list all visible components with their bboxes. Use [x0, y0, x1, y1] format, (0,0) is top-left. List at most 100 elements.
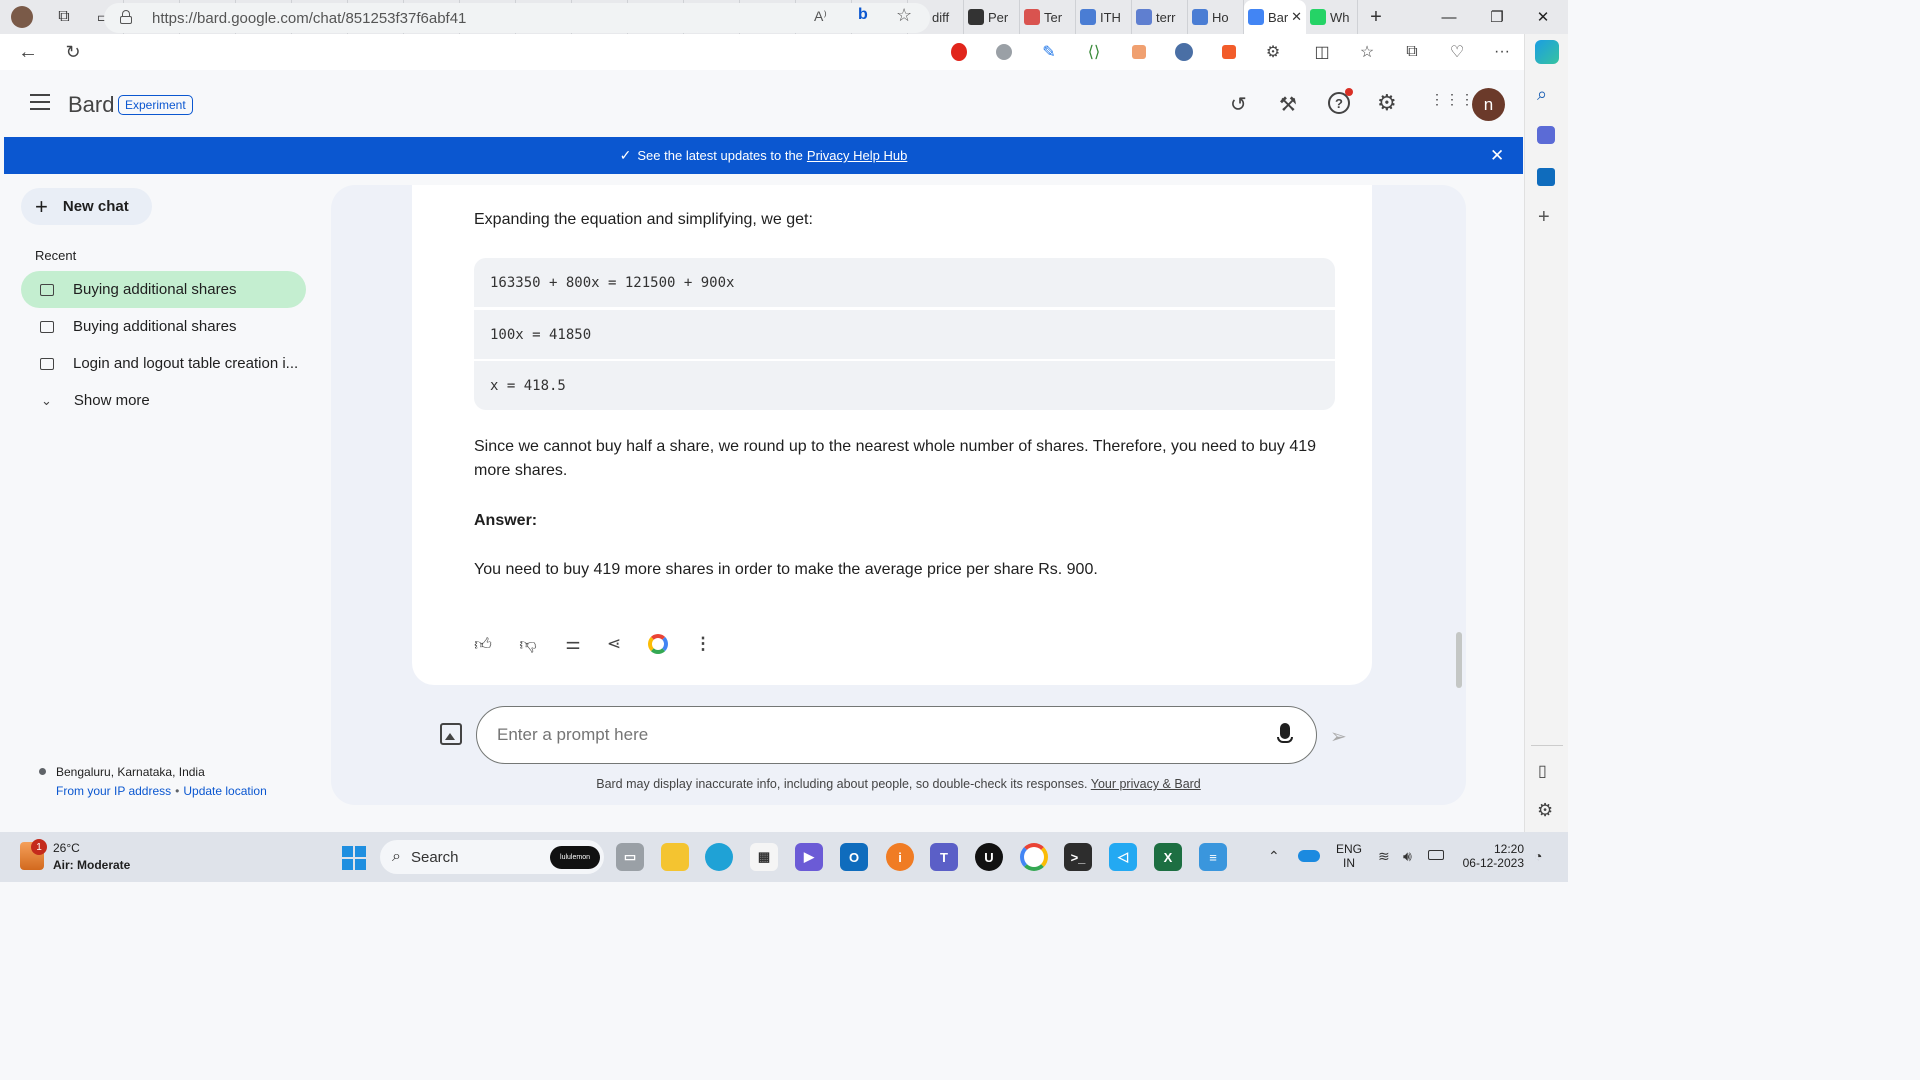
privacy-help-hub-link[interactable]: Privacy Help Hub: [807, 148, 907, 163]
refresh-icon[interactable]: ↻: [61, 40, 85, 64]
terminal-icon[interactable]: >_: [1064, 843, 1092, 871]
scrollbar-thumb[interactable]: [1456, 632, 1462, 688]
extensions-icon[interactable]: ⚒: [1279, 92, 1297, 117]
tab-favicon-icon: [968, 9, 984, 25]
browser-tab[interactable]: Wh: [1306, 0, 1358, 34]
orange-app-icon[interactable]: i: [886, 843, 914, 871]
hide-sidebar-icon[interactable]: ▯: [1538, 761, 1547, 781]
task-view-icon[interactable]: ▭: [616, 843, 644, 871]
bing-icon[interactable]: b: [858, 6, 868, 24]
file-explorer-icon[interactable]: [661, 843, 689, 871]
pen-extension-icon[interactable]: ✎: [1037, 40, 1061, 64]
recent-chat-label: Login and logout table creation i...: [73, 355, 299, 372]
app-title[interactable]: Bard: [68, 92, 114, 118]
split-screen-icon[interactable]: ◫: [1310, 40, 1334, 64]
address-bar-row: [0, 34, 1530, 70]
search-label: Search: [410, 848, 459, 866]
store-icon[interactable]: ▦: [750, 843, 778, 871]
clock[interactable]: 12:20 06-12-2023: [1458, 842, 1524, 870]
browser-tab[interactable]: terr: [1132, 0, 1188, 34]
close-tab-icon[interactable]: ✕: [1291, 9, 1302, 25]
more-options-icon[interactable]: ···: [1490, 40, 1514, 64]
browser-tab[interactable]: Per: [964, 0, 1020, 34]
volume-icon[interactable]: 🔊︎: [1403, 848, 1412, 865]
favorites-icon[interactable]: ☆: [1355, 40, 1379, 64]
windows-start-icon[interactable]: [342, 846, 366, 870]
red-extension-icon[interactable]: [1217, 40, 1241, 64]
opera-extension-icon[interactable]: [947, 40, 971, 64]
tools-icon[interactable]: [1537, 126, 1555, 144]
search-icon[interactable]: ⌕: [1537, 84, 1547, 105]
share-icon[interactable]: ⋖: [602, 632, 626, 656]
vscode-icon[interactable]: ◁: [1109, 843, 1137, 871]
settings-gear-icon[interactable]: ⚙: [1377, 90, 1397, 116]
show-hidden-icons[interactable]: ⌃: [1268, 848, 1280, 865]
onedrive-icon[interactable]: [1298, 850, 1320, 862]
minimize-icon[interactable]: —: [1426, 0, 1472, 34]
experiment-badge: Experiment: [118, 95, 193, 115]
excel-icon[interactable]: X: [1154, 843, 1182, 871]
plus-icon: +: [35, 193, 48, 219]
apps-grid-icon[interactable]: ⋮⋮⋮: [1430, 92, 1475, 106]
u-app-icon[interactable]: U: [975, 843, 1003, 871]
outlook-icon[interactable]: [1537, 168, 1555, 186]
read-aloud-icon[interactable]: A⁾: [814, 8, 827, 25]
collections-icon[interactable]: ⧉: [1400, 40, 1424, 64]
browser-tab[interactable]: Ho: [1188, 0, 1244, 34]
extensions-puzzle-icon[interactable]: ⚙: [1261, 40, 1285, 64]
clipchamp-icon[interactable]: ▶: [795, 843, 823, 871]
close-banner-icon[interactable]: ✕: [1490, 146, 1504, 166]
google-it-icon[interactable]: [646, 632, 670, 656]
edge-taskbar-icon[interactable]: [705, 843, 733, 871]
menu-icon[interactable]: [30, 94, 50, 110]
show-more-button[interactable]: ⌄ Show more: [21, 382, 306, 419]
language-indicator[interactable]: ENG IN: [1336, 842, 1362, 870]
thumbs-up-icon[interactable]: 👍︎: [471, 632, 495, 656]
upload-image-icon[interactable]: [440, 723, 462, 745]
send-icon[interactable]: ➢: [1330, 724, 1347, 749]
prompt-input[interactable]: [497, 721, 1257, 749]
notepad-icon[interactable]: ≡: [1199, 843, 1227, 871]
back-arrow-icon[interactable]: ←: [16, 40, 40, 64]
more-vert-icon[interactable]: ⋮: [691, 632, 715, 656]
close-window-icon[interactable]: ✕: [1520, 0, 1566, 34]
recent-chat-item[interactable]: Buying additional shares: [21, 308, 306, 345]
ip-address-link[interactable]: From your IP address: [56, 784, 171, 798]
add-sidebar-icon[interactable]: +: [1538, 206, 1550, 229]
account-avatar[interactable]: n: [1472, 88, 1505, 121]
workspaces-icon[interactable]: ⧉: [44, 0, 84, 34]
activity-history-icon[interactable]: ↺: [1230, 92, 1247, 117]
sidebar-settings-icon[interactable]: ⚙: [1537, 800, 1553, 821]
privacy-link[interactable]: Your privacy & Bard: [1091, 777, 1201, 791]
taskbar-search[interactable]: ⌕ Search lululemon: [380, 840, 604, 874]
new-tab-button[interactable]: +: [1358, 0, 1394, 34]
browser-tab[interactable]: Bar ✕: [1244, 0, 1306, 34]
tab-label: terr: [1156, 9, 1176, 25]
recent-chat-item[interactable]: Login and logout table creation i...: [21, 345, 306, 382]
modify-response-icon[interactable]: ⚌: [561, 632, 585, 656]
browser-tab[interactable]: ITH: [1076, 0, 1132, 34]
thumbs-down-icon[interactable]: 👎︎: [516, 632, 540, 656]
teams-icon[interactable]: T: [930, 843, 958, 871]
wifi-icon[interactable]: ≋: [1378, 848, 1390, 865]
grammarly-extension-icon[interactable]: [992, 40, 1016, 64]
favorite-star-icon[interactable]: ☆: [896, 5, 912, 26]
notifications-icon[interactable]: ◔: [1534, 848, 1542, 864]
profile-avatar[interactable]: [0, 0, 44, 34]
recent-chat-item[interactable]: Buying additional shares: [21, 271, 306, 308]
copilot-icon[interactable]: [1535, 40, 1559, 64]
code-extension-icon[interactable]: ⟨⟩: [1082, 40, 1106, 64]
browser-essentials-icon[interactable]: ♡: [1445, 40, 1469, 64]
url-bar[interactable]: https://bard.google.com/chat/851253f37f6…: [104, 3, 930, 33]
browser-tab[interactable]: Ter: [1020, 0, 1076, 34]
battery-icon[interactable]: [1428, 850, 1444, 860]
new-chat-button[interactable]: + New chat: [21, 188, 152, 225]
update-location-link[interactable]: Update location: [183, 784, 266, 798]
prompt-box[interactable]: [476, 706, 1317, 764]
weather-temp: 26°C: [53, 841, 80, 855]
screen-extension-icon[interactable]: [1172, 40, 1196, 64]
outlook-taskbar-icon[interactable]: O: [840, 843, 868, 871]
orange-extension-icon[interactable]: [1127, 40, 1151, 64]
chrome-icon[interactable]: [1020, 843, 1048, 871]
restore-icon[interactable]: ❐: [1474, 0, 1520, 34]
